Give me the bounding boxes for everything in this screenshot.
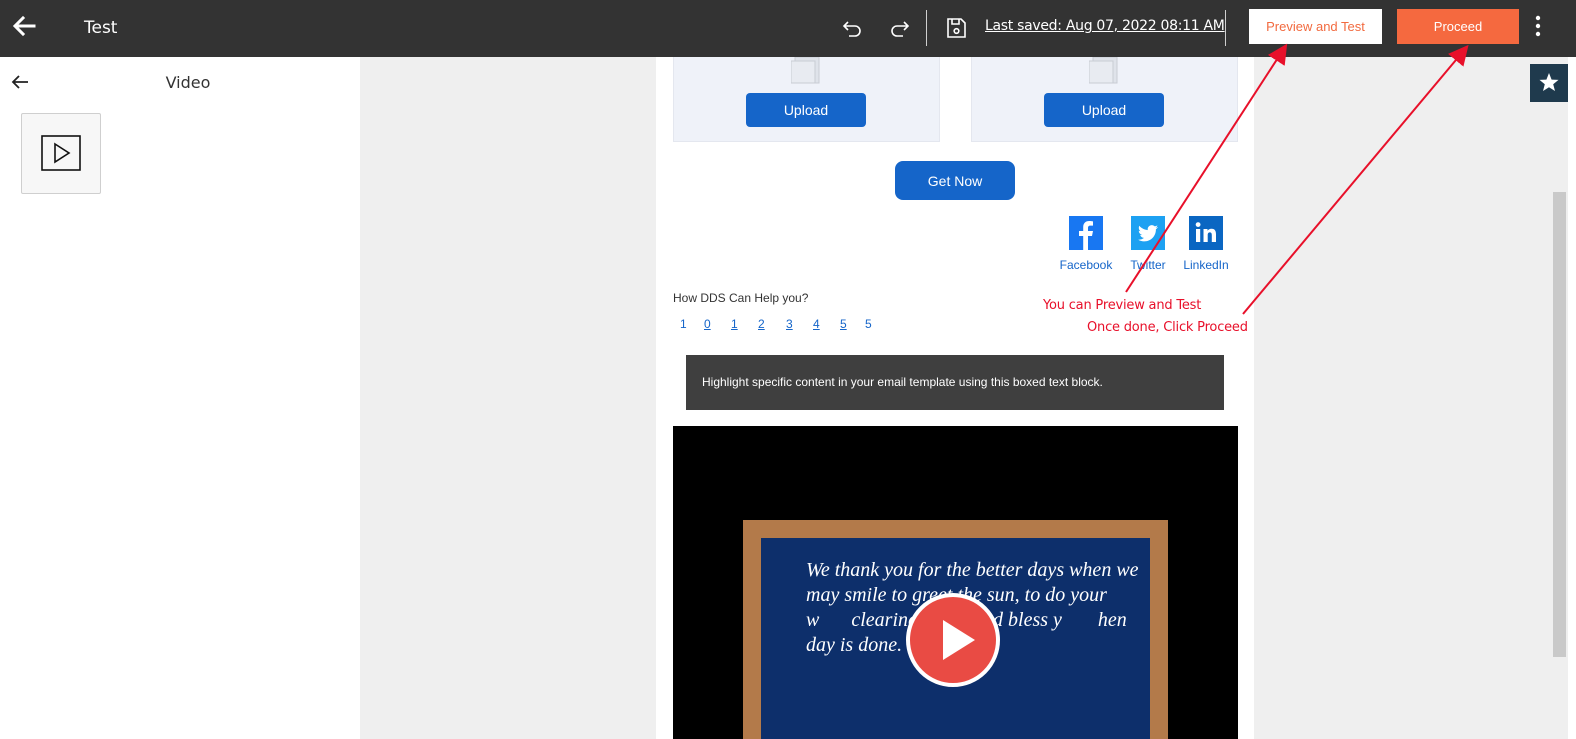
nps-option[interactable]: 3 (786, 317, 793, 331)
undo-icon[interactable] (840, 16, 864, 40)
nps-option[interactable]: 2 (758, 317, 765, 331)
social-label: Twitter (1130, 258, 1166, 272)
scrollbar-thumb[interactable] (1553, 192, 1566, 657)
image-placeholder-icon (791, 57, 820, 84)
image-placeholder[interactable]: Upload (673, 57, 940, 142)
nps-option[interactable]: 5 (865, 317, 872, 331)
preview-and-test-button[interactable]: Preview and Test (1249, 9, 1382, 44)
survey-question: How DDS Can Help you? (673, 291, 809, 305)
panel-title: Video (165, 73, 211, 92)
facebook-icon (1069, 216, 1103, 250)
top-bar: Test Last saved: Aug 07, 2022 08:11 AM P… (0, 0, 1576, 57)
upload-button[interactable]: Upload (746, 93, 866, 127)
twitter-icon (1131, 216, 1165, 250)
toolbar-divider (1225, 10, 1226, 46)
play-button-icon[interactable] (905, 592, 1001, 688)
social-label: LinkedIn (1183, 258, 1229, 272)
get-now-button[interactable]: Get Now (895, 161, 1015, 200)
nps-option[interactable]: 4 (813, 317, 820, 331)
video-block[interactable]: We thank you for the better days when we… (673, 426, 1238, 739)
favorites-tab[interactable] (1530, 64, 1568, 102)
video-block-tile[interactable] (21, 113, 101, 194)
more-vertical-icon[interactable] (1530, 12, 1546, 40)
nps-option[interactable]: 1 (731, 317, 738, 331)
back-arrow-icon[interactable] (10, 12, 38, 40)
page-title: Test (84, 18, 118, 38)
linkedin-icon (1189, 216, 1223, 250)
redo-icon[interactable] (888, 16, 912, 40)
annotation-text: Once done, Click Proceed (1087, 320, 1248, 335)
email-template: Upload Upload Get Now Facebook Twitter L… (656, 57, 1254, 739)
proceed-button[interactable]: Proceed (1397, 9, 1519, 44)
upload-button[interactable]: Upload (1044, 93, 1164, 127)
star-icon (1539, 73, 1559, 91)
image-placeholder-icon (1089, 57, 1118, 84)
left-panel: Video (0, 57, 360, 739)
boxed-text-block[interactable]: Highlight specific content in your email… (686, 355, 1224, 410)
social-facebook[interactable]: Facebook (1056, 216, 1116, 276)
social-label: Facebook (1059, 258, 1113, 272)
last-saved-link[interactable]: Last saved: Aug 07, 2022 08:11 AM (985, 18, 1225, 34)
video-play-icon (41, 135, 81, 171)
nps-option[interactable]: 0 (704, 317, 711, 331)
toolbar-divider (926, 10, 927, 46)
nps-option[interactable]: 1 (680, 317, 687, 331)
social-twitter[interactable]: Twitter (1118, 216, 1178, 276)
image-placeholder[interactable]: Upload (971, 57, 1238, 142)
nps-option[interactable]: 5 (840, 317, 847, 331)
annotation-text: You can Preview and Test (1043, 298, 1202, 313)
social-linkedin[interactable]: LinkedIn (1176, 216, 1236, 276)
save-icon[interactable] (944, 16, 968, 40)
